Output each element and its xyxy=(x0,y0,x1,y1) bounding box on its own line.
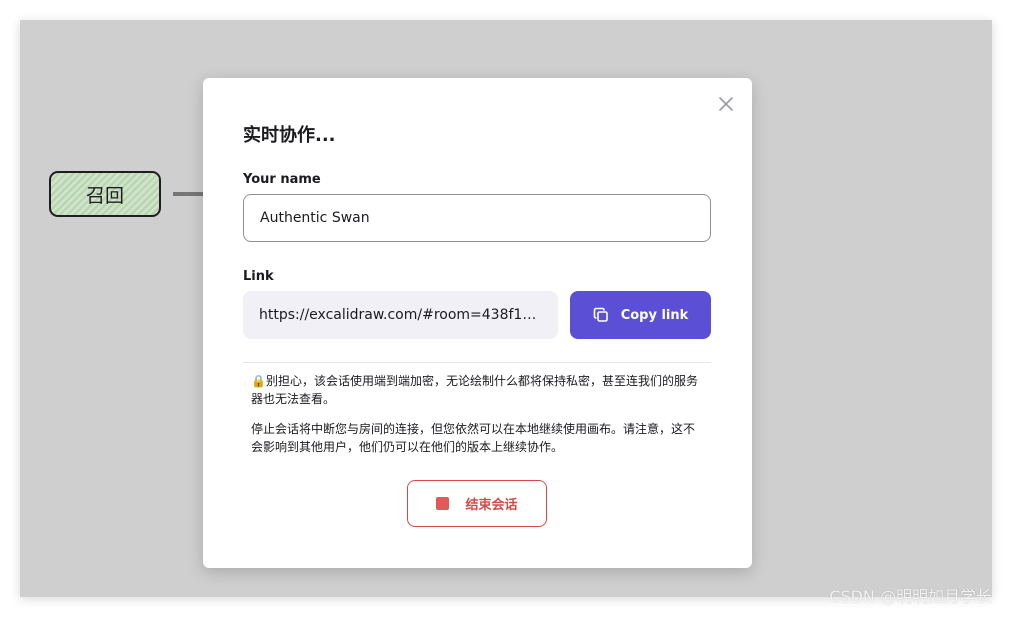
canvas-shape-label: 召回 xyxy=(85,184,124,207)
live-collaboration-dialog: 实时协作... Your name Link https://excalidra… xyxy=(203,78,752,568)
watermark: CSDN @明明如月学长 xyxy=(829,587,992,606)
name-label: Your name xyxy=(243,172,321,187)
copy-link-label: Copy link xyxy=(620,307,689,323)
canvas-connector-line[interactable] xyxy=(173,191,205,197)
link-label: Link xyxy=(243,269,274,284)
stop-icon xyxy=(436,497,450,510)
stop-session-label: 结束会话 xyxy=(465,498,518,513)
close-icon xyxy=(719,97,733,111)
link-field[interactable]: https://excalidraw.com/#room=438f18c… xyxy=(243,291,558,339)
dialog-title: 实时协作... xyxy=(243,125,336,146)
canvas-shape-node[interactable]: 召回 xyxy=(49,171,161,217)
copy-link-button[interactable]: Copy link xyxy=(570,291,711,339)
link-value: https://excalidraw.com/#room=438f18c… xyxy=(259,307,542,323)
stop-session-button[interactable]: 结束会话 xyxy=(407,480,547,527)
divider xyxy=(243,362,711,363)
canvas-area[interactable]: 召回 实时协作... Your name Link https://excali… xyxy=(20,20,992,597)
privacy-note: 🔒别担心，该会话使用端到端加密，无论绘制什么都将保持私密，甚至连我们的服务器也无… xyxy=(251,374,698,406)
close-button[interactable] xyxy=(718,96,734,112)
stop-session-note: 停止会话将中断您与房间的连接，但您依然可以在本地继续使用画布。请注意，这不会影响… xyxy=(251,422,696,454)
copy-icon xyxy=(593,307,608,322)
name-input[interactable] xyxy=(243,194,711,242)
